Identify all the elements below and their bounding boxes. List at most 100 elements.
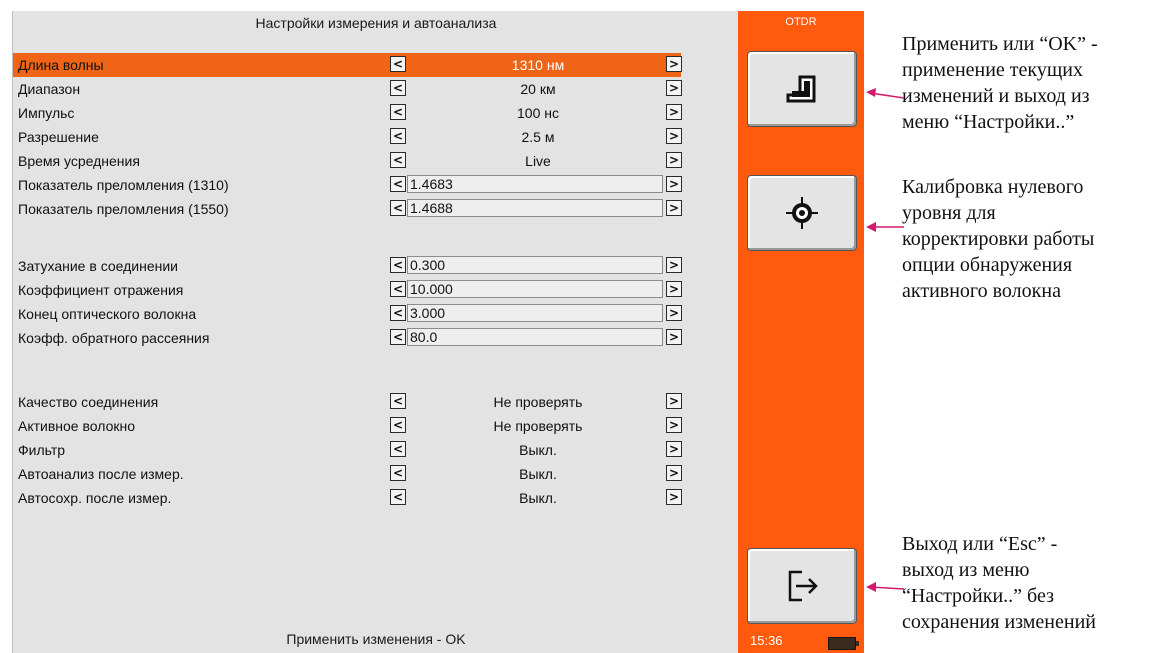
decrease-button[interactable]: < <box>390 56 406 72</box>
setting-row[interactable]: Автосохр. после измер. < Выкл. > <box>13 486 682 510</box>
setting-row[interactable]: Конец оптического волокна <3.000 > <box>13 302 682 326</box>
setting-value: 1310 нм <box>511 57 565 73</box>
target-calibrate-icon <box>786 197 818 229</box>
decrease-button[interactable]: < <box>390 305 406 321</box>
annotation-line: корректировки работы <box>902 228 1095 250</box>
panel-title: Настройки измерения и автоанализа <box>255 15 497 31</box>
exit-esc-button[interactable] <box>747 548 857 624</box>
setting-label: Диапазон <box>18 81 81 97</box>
setting-row[interactable]: Коэффициент отражения <10.000 > <box>13 278 682 302</box>
setting-row[interactable]: Качество соединения < Не проверять > <box>13 390 682 414</box>
setting-label: Показатель преломления (1550) <box>18 201 229 217</box>
sidebar-title: OTDR <box>785 16 817 28</box>
decrease-button[interactable]: < <box>390 393 406 409</box>
increase-button[interactable]: > <box>666 329 682 345</box>
setting-row[interactable]: Длина волны <1310 нм > <box>13 53 682 77</box>
setting-row[interactable]: Показатель преломления (1550) <1.4688 > <box>13 197 682 221</box>
pointer-arrow-calibrate <box>866 222 904 232</box>
increase-button[interactable]: > <box>666 200 682 216</box>
setting-row[interactable]: Импульс <100 нс > <box>13 101 682 125</box>
apply-ok-button[interactable] <box>747 51 857 127</box>
increase-button[interactable]: > <box>666 393 682 409</box>
setting-row[interactable]: Автоанализ после измер. < Выкл. > <box>13 462 682 486</box>
annotation-line: уровня для <box>902 202 996 224</box>
setting-input[interactable]: 10.000 <box>407 280 663 298</box>
annotation-line: опции обнаружения <box>902 254 1073 276</box>
setting-value: 2.5 м <box>521 129 555 145</box>
setting-row[interactable]: Затухание в соединении <0.300 > <box>13 254 682 278</box>
increase-button[interactable]: > <box>666 305 682 321</box>
setting-row[interactable]: Фильтр < Выкл. > <box>13 438 682 462</box>
setting-value: Выкл. <box>519 490 557 506</box>
setting-row[interactable]: Показатель преломления (1310) <1.4683 > <box>13 173 682 197</box>
decrease-button[interactable]: < <box>390 128 406 144</box>
setting-label: Коэфф. обратного рассеяния <box>18 330 210 346</box>
setting-label: Длина волны <box>18 57 104 73</box>
zero-calibration-button[interactable] <box>747 175 857 251</box>
clock: 15:36 <box>750 633 783 648</box>
setting-input[interactable]: 0.300 <box>407 256 663 274</box>
increase-button[interactable]: > <box>666 128 682 144</box>
decrease-button[interactable]: < <box>390 257 406 273</box>
increase-button[interactable]: > <box>666 281 682 297</box>
setting-label: Коэффициент отражения <box>18 282 184 298</box>
increase-button[interactable]: > <box>666 257 682 273</box>
setting-input[interactable]: 1.4688 <box>407 199 663 217</box>
annotation-calibrate: Калибровка нулевого уровня для корректир… <box>902 174 1094 304</box>
setting-row[interactable]: Разрешение <2.5 м > <box>13 125 682 149</box>
setting-value: Не проверять <box>493 394 583 410</box>
setting-label: Разрешение <box>18 129 99 145</box>
increase-button[interactable]: > <box>666 152 682 168</box>
increase-button[interactable]: > <box>666 441 682 457</box>
setting-label: Автосохр. после измер. <box>18 490 172 506</box>
decrease-button[interactable]: < <box>390 281 406 297</box>
increase-button[interactable]: > <box>666 56 682 72</box>
annotation-line: активного волокна <box>902 280 1061 302</box>
exit-icon <box>788 570 818 602</box>
annotation-line: изменений и выход из <box>902 85 1090 107</box>
increase-button[interactable]: > <box>666 176 682 192</box>
increase-button[interactable]: > <box>666 104 682 120</box>
decrease-button[interactable]: < <box>390 104 406 120</box>
setting-row[interactable]: Диапазон <20 км > <box>13 77 682 101</box>
pointer-arrow-apply <box>866 88 904 99</box>
decrease-button[interactable]: < <box>390 200 406 216</box>
setting-row[interactable]: Активное волокно < Не проверять > <box>13 414 682 438</box>
increase-button[interactable]: > <box>666 465 682 481</box>
annotation-line: меню “Настройки..” <box>902 111 1075 133</box>
setting-label: Время усреднения <box>18 153 140 169</box>
decrease-button[interactable]: < <box>390 80 406 96</box>
increase-button[interactable]: > <box>666 80 682 96</box>
setting-label: Затухание в соединении <box>18 258 178 274</box>
settings-panel: Настройки измерения и автоанализа Длина … <box>12 11 739 653</box>
decrease-button[interactable]: < <box>390 441 406 457</box>
annotation-line: применение текущих <box>902 59 1083 81</box>
setting-label: Импульс <box>18 105 75 121</box>
annotation-line: Выход или “Esc” - <box>902 533 1058 555</box>
decrease-button[interactable]: < <box>390 176 406 192</box>
increase-button[interactable]: > <box>666 417 682 433</box>
setting-row[interactable]: Время усреднения < Live > <box>13 149 682 173</box>
decrease-button[interactable]: < <box>390 489 406 505</box>
setting-label: Качество соединения <box>18 394 159 410</box>
annotation-line: сохранения изменений <box>902 611 1096 633</box>
increase-button[interactable]: > <box>666 489 682 505</box>
decrease-button[interactable]: < <box>390 152 406 168</box>
setting-label: Фильтр <box>18 442 66 458</box>
decrease-button[interactable]: < <box>390 465 406 481</box>
setting-value: Выкл. <box>519 466 557 482</box>
annotation-line: Калибровка нулевого <box>902 176 1084 198</box>
setting-input[interactable]: 1.4683 <box>407 175 663 193</box>
setting-value: Выкл. <box>519 442 557 458</box>
battery-icon <box>828 637 859 650</box>
decrease-button[interactable]: < <box>390 417 406 433</box>
setting-row[interactable]: Коэфф. обратного рассеяния <80.0 > <box>13 326 682 350</box>
annotation-line: выход из меню <box>902 559 1030 581</box>
setting-label: Конец оптического волокна <box>18 306 197 322</box>
setting-value: 20 км <box>520 81 556 97</box>
decrease-button[interactable]: < <box>390 329 406 345</box>
pointer-arrow-exit <box>866 582 904 592</box>
setting-input[interactable]: 3.000 <box>407 304 663 322</box>
setting-value: Не проверять <box>493 418 583 434</box>
setting-input[interactable]: 80.0 <box>407 328 663 346</box>
